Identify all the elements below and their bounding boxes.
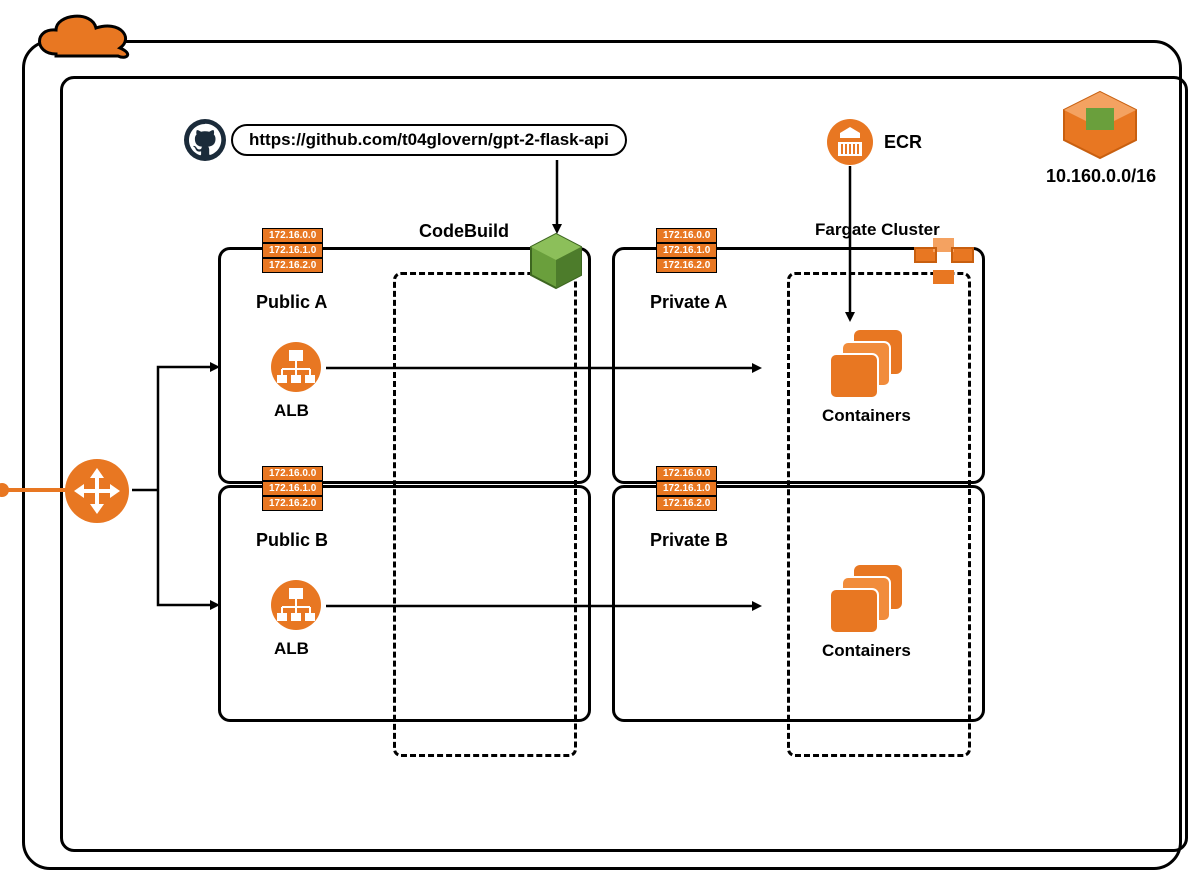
vpc-icon [1060, 90, 1140, 160]
github-icon [183, 118, 227, 162]
ip-badge: 172.16.0.0 [262, 228, 323, 243]
subnet-public-a-ips: 172.16.0.0 172.16.1.0 172.16.2.0 [262, 228, 323, 273]
ip-badge: 172.16.0.0 [262, 466, 323, 481]
containers-label: Containers [822, 641, 911, 661]
internet-gateway-icon [64, 458, 130, 524]
alb-label: ALB [274, 639, 309, 659]
ip-badge: 172.16.2.0 [262, 258, 323, 273]
codebuild-icon [527, 232, 585, 290]
ecr: ECR [826, 118, 922, 166]
fargate-cluster-icon [913, 234, 975, 288]
ip-badge: 172.16.1.0 [262, 481, 323, 496]
ip-badge: 172.16.2.0 [262, 496, 323, 511]
subnet-public-b-ips: 172.16.0.0 172.16.1.0 172.16.2.0 [262, 466, 323, 511]
subnet-public-a-label: Public A [256, 292, 327, 313]
arrow-alb-b-to-containers-b [326, 596, 766, 616]
alb-label: ALB [274, 401, 309, 421]
vpc-cidr-label: 10.160.0.0/16 [1046, 166, 1156, 187]
ecr-label: ECR [884, 132, 922, 153]
subnet-public-b-label: Public B [256, 530, 328, 551]
subnet-private-b-ips: 172.16.0.0 172.16.1.0 172.16.2.0 [656, 466, 717, 511]
aws-cloud-icon [26, 8, 146, 63]
arrow-ecr-to-containers [840, 166, 860, 326]
internet-ingress-line [0, 488, 70, 492]
subnet-private-a-ips: 172.16.0.0 172.16.1.0 172.16.2.0 [656, 228, 717, 273]
ip-badge: 172.16.0.0 [656, 228, 717, 243]
alb-icon [270, 579, 322, 631]
arrow-github-to-codebuild [547, 160, 567, 238]
ecr-icon [826, 118, 874, 166]
subnet-private-b-label: Private B [650, 530, 728, 551]
ip-badge: 172.16.0.0 [656, 466, 717, 481]
ip-badge: 172.16.2.0 [656, 258, 717, 273]
alb-icon [270, 341, 322, 393]
containers-icon [824, 561, 910, 637]
ip-badge: 172.16.1.0 [656, 481, 717, 496]
subnet-private-a-label: Private A [650, 292, 727, 313]
codebuild-label: CodeBuild [419, 221, 509, 242]
arrow-gateway-to-albs [128, 350, 228, 630]
containers-icon [824, 326, 910, 402]
ip-badge: 172.16.1.0 [262, 243, 323, 258]
github-url: https://github.com/t04glovern/gpt-2-flas… [231, 124, 627, 156]
ip-badge: 172.16.1.0 [656, 243, 717, 258]
ip-badge: 172.16.2.0 [656, 496, 717, 511]
arrow-alb-a-to-containers-a [326, 358, 766, 378]
github-source: https://github.com/t04glovern/gpt-2-flas… [183, 118, 627, 162]
containers-label: Containers [822, 406, 911, 426]
